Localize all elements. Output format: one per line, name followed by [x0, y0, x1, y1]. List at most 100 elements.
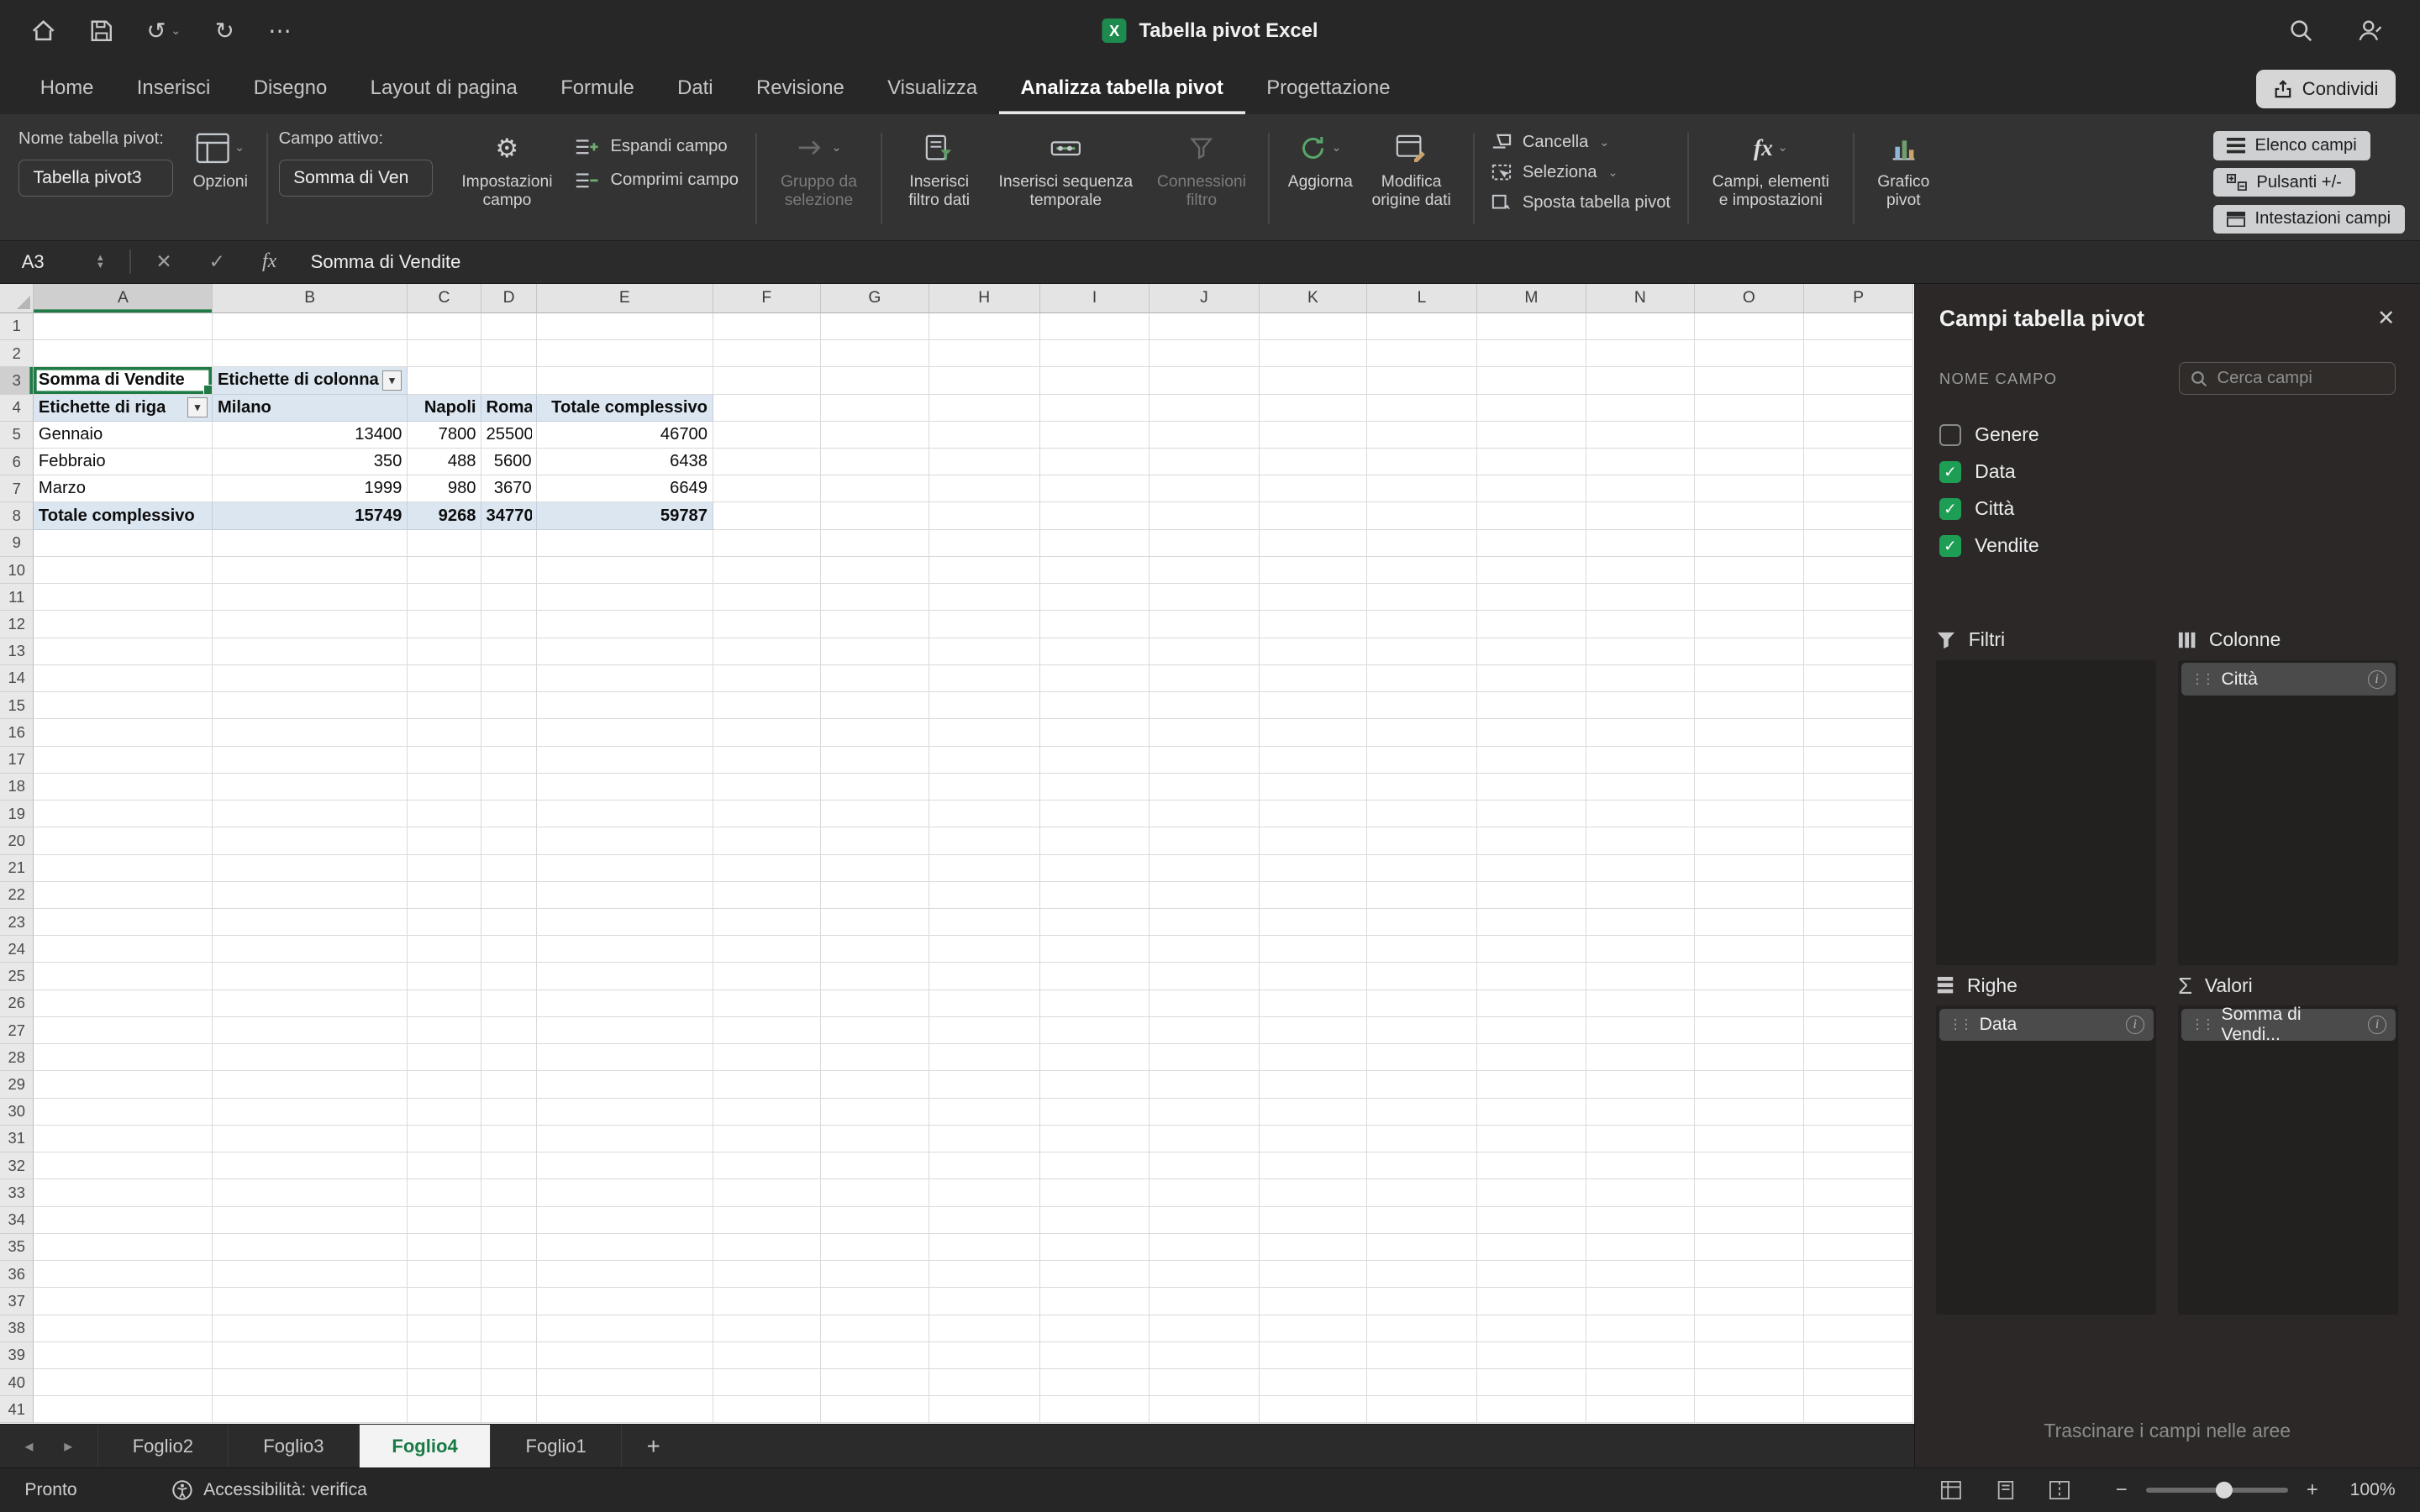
- cell-B7[interactable]: 1999: [213, 475, 407, 502]
- cell-L17[interactable]: [1367, 747, 1476, 774]
- cell-M6[interactable]: [1477, 449, 1586, 475]
- cell-C25[interactable]: [408, 963, 481, 990]
- cell-C15[interactable]: [408, 692, 481, 719]
- cell-O33[interactable]: [1695, 1179, 1804, 1206]
- cell-M39[interactable]: [1477, 1342, 1586, 1369]
- cell-N17[interactable]: [1586, 747, 1695, 774]
- cell-O26[interactable]: [1695, 990, 1804, 1017]
- cell-P18[interactable]: [1804, 774, 1913, 801]
- row-header[interactable]: 20: [0, 827, 34, 854]
- cell-E15[interactable]: [537, 692, 713, 719]
- cell-J19[interactable]: [1150, 801, 1259, 827]
- cell-O17[interactable]: [1695, 747, 1804, 774]
- cell-G18[interactable]: [821, 774, 929, 801]
- cell-F11[interactable]: [713, 584, 822, 611]
- cell-J4[interactable]: [1150, 395, 1259, 422]
- cell-J25[interactable]: [1150, 963, 1259, 990]
- cell-P21[interactable]: [1804, 855, 1913, 882]
- cell-P41[interactable]: [1804, 1396, 1913, 1423]
- cell-M7[interactable]: [1477, 475, 1586, 502]
- cell-N30[interactable]: [1586, 1099, 1695, 1126]
- cell-P26[interactable]: [1804, 990, 1913, 1017]
- cell-J33[interactable]: [1150, 1179, 1259, 1206]
- search-fields-input[interactable]: Cerca campi: [2179, 362, 2395, 395]
- cell-N9[interactable]: [1586, 530, 1695, 557]
- row-header[interactable]: 34: [0, 1207, 34, 1234]
- cell-B19[interactable]: [213, 801, 407, 827]
- cell-I8[interactable]: [1040, 502, 1150, 529]
- row-header[interactable]: 2: [0, 340, 34, 367]
- cell-B18[interactable]: [213, 774, 407, 801]
- cell-A40[interactable]: [34, 1369, 213, 1396]
- cell-G20[interactable]: [821, 827, 929, 854]
- cell-I4[interactable]: [1040, 395, 1150, 422]
- cell-I21[interactable]: [1040, 855, 1150, 882]
- cell-A27[interactable]: [34, 1017, 213, 1044]
- active-field-input[interactable]: Somma di Ven: [279, 160, 434, 197]
- row-header[interactable]: 11: [0, 584, 34, 611]
- cell-A35[interactable]: [34, 1234, 213, 1261]
- cell-I1[interactable]: [1040, 313, 1150, 340]
- cell-L6[interactable]: [1367, 449, 1476, 475]
- cell-L14[interactable]: [1367, 665, 1476, 692]
- column-header[interactable]: B: [213, 284, 407, 313]
- cell-E17[interactable]: [537, 747, 713, 774]
- cell-E19[interactable]: [537, 801, 713, 827]
- redo-button[interactable]: ↻: [215, 18, 234, 45]
- cell-C27[interactable]: [408, 1017, 481, 1044]
- cell-E37[interactable]: [537, 1288, 713, 1315]
- cell-F29[interactable]: [713, 1071, 822, 1098]
- cell-E1[interactable]: [537, 313, 713, 340]
- cell-L24[interactable]: [1367, 936, 1476, 963]
- cell-B21[interactable]: [213, 855, 407, 882]
- cell-B14[interactable]: [213, 665, 407, 692]
- cell-O27[interactable]: [1695, 1017, 1804, 1044]
- cell-F10[interactable]: [713, 557, 822, 584]
- select-all-corner[interactable]: [0, 284, 34, 313]
- cell-L25[interactable]: [1367, 963, 1476, 990]
- area-chip[interactable]: ⋮⋮Datai: [1939, 1009, 2154, 1042]
- cell-L10[interactable]: [1367, 557, 1476, 584]
- cell-M32[interactable]: [1477, 1152, 1586, 1179]
- cell-O28[interactable]: [1695, 1044, 1804, 1071]
- row-header[interactable]: 12: [0, 611, 34, 638]
- row-header[interactable]: 22: [0, 882, 34, 909]
- cell-F16[interactable]: [713, 719, 822, 746]
- cell-B20[interactable]: [213, 827, 407, 854]
- info-icon[interactable]: i: [2368, 1016, 2386, 1034]
- cell-K20[interactable]: [1260, 827, 1368, 854]
- column-header[interactable]: O: [1695, 284, 1804, 313]
- row-header[interactable]: 4: [0, 395, 34, 422]
- cell-K31[interactable]: [1260, 1126, 1368, 1152]
- cell-I32[interactable]: [1040, 1152, 1150, 1179]
- cell-P38[interactable]: [1804, 1315, 1913, 1342]
- cell-F32[interactable]: [713, 1152, 822, 1179]
- cell-O22[interactable]: [1695, 882, 1804, 909]
- info-icon[interactable]: i: [2368, 670, 2386, 689]
- cell-I15[interactable]: [1040, 692, 1150, 719]
- zoom-in-button[interactable]: +: [2307, 1478, 2318, 1502]
- cell-E22[interactable]: [537, 882, 713, 909]
- cell-D35[interactable]: [481, 1234, 537, 1261]
- column-header[interactable]: P: [1804, 284, 1913, 313]
- cell-K16[interactable]: [1260, 719, 1368, 746]
- cell-B31[interactable]: [213, 1126, 407, 1152]
- cell-G38[interactable]: [821, 1315, 929, 1342]
- row-header[interactable]: 38: [0, 1315, 34, 1342]
- cell-A23[interactable]: [34, 909, 213, 936]
- row-header[interactable]: 9: [0, 530, 34, 557]
- sheet-nav-left-icon[interactable]: ◂: [24, 1436, 33, 1457]
- cell-I20[interactable]: [1040, 827, 1150, 854]
- cell-O9[interactable]: [1695, 530, 1804, 557]
- cell-N8[interactable]: [1586, 502, 1695, 529]
- column-header[interactable]: J: [1150, 284, 1259, 313]
- cell-L21[interactable]: [1367, 855, 1476, 882]
- cell-N33[interactable]: [1586, 1179, 1695, 1206]
- cell-K24[interactable]: [1260, 936, 1368, 963]
- cell-G21[interactable]: [821, 855, 929, 882]
- cell-O1[interactable]: [1695, 313, 1804, 340]
- cell-H30[interactable]: [929, 1099, 1040, 1126]
- row-header[interactable]: 36: [0, 1261, 34, 1288]
- cell-J24[interactable]: [1150, 936, 1259, 963]
- cell-H25[interactable]: [929, 963, 1040, 990]
